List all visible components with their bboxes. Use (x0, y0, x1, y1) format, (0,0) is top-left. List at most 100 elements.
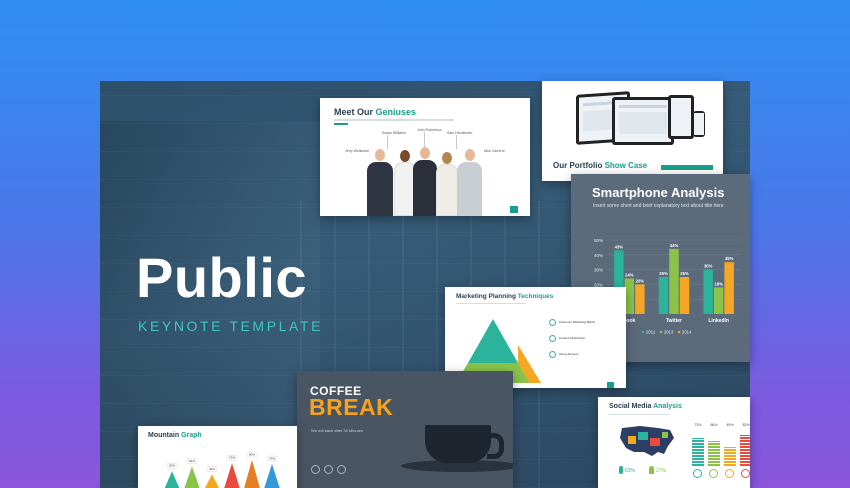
team-tag: Nick Carreror (484, 149, 505, 153)
slide-coffee-break: COFFEE BREAK We will back after 30 Minut… (297, 371, 513, 488)
mountain-peak (184, 466, 200, 488)
peak-label: 52% (169, 464, 175, 468)
mountain-peak (205, 474, 219, 488)
hero-subtitle: KEYNOTE TEMPLATE (138, 318, 324, 334)
twitter-icon (709, 469, 718, 478)
peak-label: 72% (229, 456, 235, 460)
data-label: 24% (625, 272, 634, 277)
slide-title: Our Portfolio Show Case (553, 161, 648, 170)
google-plus-icon (741, 469, 750, 478)
team-tag: Sam Henderson (447, 131, 473, 135)
phone-device (693, 111, 705, 137)
data-label: 35% (725, 256, 734, 261)
stat-male: 63% (625, 468, 636, 474)
list-item: Using Surveys (559, 352, 579, 356)
data-label: 20% (636, 278, 645, 283)
facebook-icon (693, 469, 702, 478)
stat-female: 27% (656, 468, 667, 474)
slide-meet-our-geniuses: Meet Our Geniuses Jerry Wolkchan Susan W… (320, 98, 530, 216)
tablet-device (668, 95, 694, 139)
y-tick-label: 30% (594, 268, 603, 273)
subtitle-line (334, 119, 454, 121)
item-icon (549, 319, 556, 326)
bar (635, 284, 645, 314)
slide-title: Marketing Planning Techniques (456, 293, 554, 300)
legend-swatch (641, 330, 645, 334)
cup-handle (487, 433, 504, 459)
x-tick-label: LinkedIn (708, 318, 729, 324)
slide-number-badge (510, 206, 518, 213)
bar-label: 73% (694, 423, 702, 427)
hero-title: Public (136, 246, 308, 309)
mountain-peak (244, 460, 260, 488)
tag-connector (456, 135, 457, 149)
slide-number-badge (607, 382, 614, 388)
bar (713, 287, 724, 314)
person-photo (413, 147, 437, 216)
female-icon (649, 466, 654, 474)
legend-swatch (659, 330, 663, 334)
bar-label: 66% (710, 423, 718, 427)
male-icon (619, 466, 623, 474)
monitor-device (612, 97, 674, 145)
bar (724, 262, 734, 314)
slide-portfolio-showcase: Our Portfolio Show Case (542, 81, 723, 181)
mountain-peak (264, 464, 280, 488)
break-label: BREAK (309, 394, 394, 420)
person-photo (367, 149, 393, 216)
tag-connector (387, 135, 388, 149)
bar (703, 269, 713, 314)
list-item: Customer Marketing Matrix (559, 320, 596, 324)
x-tick-label: Twitter (666, 318, 682, 324)
legend-label: 2013 (664, 330, 674, 335)
team-tag: Jerry Wolkchan (345, 149, 370, 153)
pinterest-icon (725, 469, 734, 478)
social-bar (708, 441, 720, 466)
mountain-chart: 52% 64% 44% 72% 80% 70% (164, 451, 280, 488)
read-more-button (661, 165, 713, 170)
break-note: We will back after 30 Minutes (311, 428, 363, 433)
legend-label: 2012 (646, 330, 656, 335)
peak-label: 70% (269, 457, 275, 461)
data-label: 43% (615, 244, 624, 249)
social-bar (740, 435, 750, 466)
slide-social-media-analysis: Social Media Analysis 63% 27% 73% 66% 49% 8… (598, 397, 750, 488)
person-photo (436, 152, 458, 216)
calendar-icon (324, 465, 333, 474)
bar-label: 82% (742, 423, 750, 427)
slide-title: Social Media Analysis (609, 403, 682, 410)
tag-connector (424, 132, 425, 148)
bar (624, 278, 635, 314)
coffee-cup-icon (425, 425, 491, 463)
data-label: 25% (680, 271, 689, 276)
person-photo (457, 149, 482, 216)
data-label: 25% (659, 271, 668, 276)
item-icon (549, 351, 556, 358)
bar (679, 277, 690, 314)
item-icon (549, 335, 556, 342)
team-tag: Susan Williams (382, 131, 406, 135)
slide-title: Meet Our Geniuses (334, 107, 417, 117)
peak-label: 44% (209, 467, 215, 471)
data-label: 44% (670, 243, 679, 248)
legend-label: 2014 (682, 330, 692, 335)
social-bar (724, 447, 736, 466)
subtitle-line (609, 414, 669, 415)
data-label: 18% (714, 281, 723, 286)
bar-label: 49% (726, 423, 734, 427)
bar (669, 248, 679, 314)
social-bar (692, 438, 704, 466)
us-map-icon (620, 426, 674, 456)
mountain-peak (164, 471, 180, 488)
data-label: 30% (704, 264, 713, 269)
legend-swatch (677, 330, 681, 334)
phone-icon (337, 465, 346, 474)
bar (658, 277, 669, 314)
clock-icon (311, 465, 320, 474)
y-tick-label: 40% (594, 253, 603, 258)
accent-line (334, 123, 348, 125)
team-tag: John Robertson (417, 128, 442, 132)
mountain-peak (224, 463, 240, 488)
list-item: Content Distribution (559, 336, 586, 340)
peak-label: 64% (189, 459, 195, 463)
